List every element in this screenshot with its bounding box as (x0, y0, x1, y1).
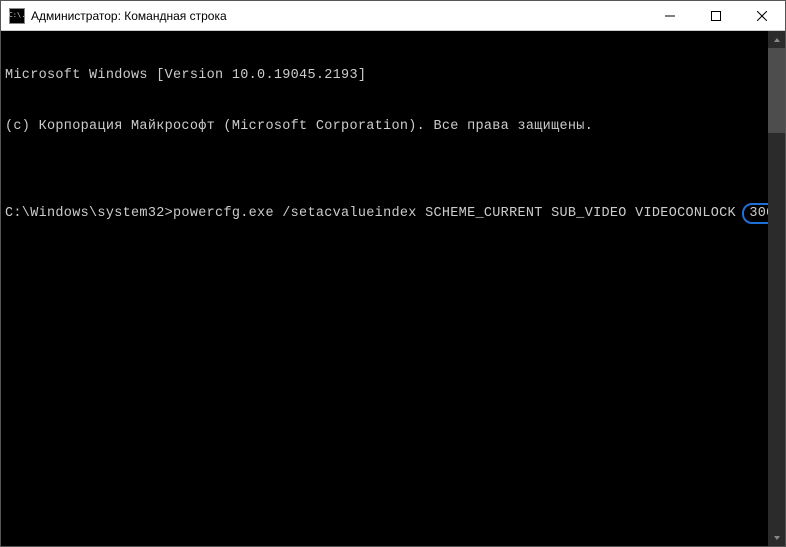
vertical-scrollbar[interactable] (768, 31, 785, 546)
prompt-line: C:\Windows\system32>powercfg.exe /setacv… (5, 203, 764, 224)
scrollbar-thumb[interactable] (768, 48, 785, 133)
scrollbar-down-button[interactable] (768, 529, 785, 546)
titlebar[interactable]: C:\. Администратор: Командная строка (1, 1, 785, 31)
highlighted-argument: 300 (742, 203, 768, 224)
maximize-button[interactable] (693, 1, 739, 30)
scrollbar-up-button[interactable] (768, 31, 785, 48)
command-prompt-window: C:\. Администратор: Командная строка Mic… (0, 0, 786, 547)
command-text: powercfg.exe /setacvalueindex SCHEME_CUR… (173, 206, 736, 221)
console-output[interactable]: Microsoft Windows [Version 10.0.19045.21… (1, 31, 768, 546)
app-icon: C:\. (9, 8, 25, 24)
console-area: Microsoft Windows [Version 10.0.19045.21… (1, 31, 785, 546)
close-button[interactable] (739, 1, 785, 30)
titlebar-buttons (647, 1, 785, 30)
prompt-text: C:\Windows\system32> (5, 206, 173, 221)
version-line: Microsoft Windows [Version 10.0.19045.21… (5, 67, 764, 84)
minimize-button[interactable] (647, 1, 693, 30)
app-icon-text: C:\. (9, 12, 26, 19)
window-title: Администратор: Командная строка (31, 9, 647, 23)
copyright-line: (c) Корпорация Майкрософт (Microsoft Cor… (5, 118, 764, 135)
